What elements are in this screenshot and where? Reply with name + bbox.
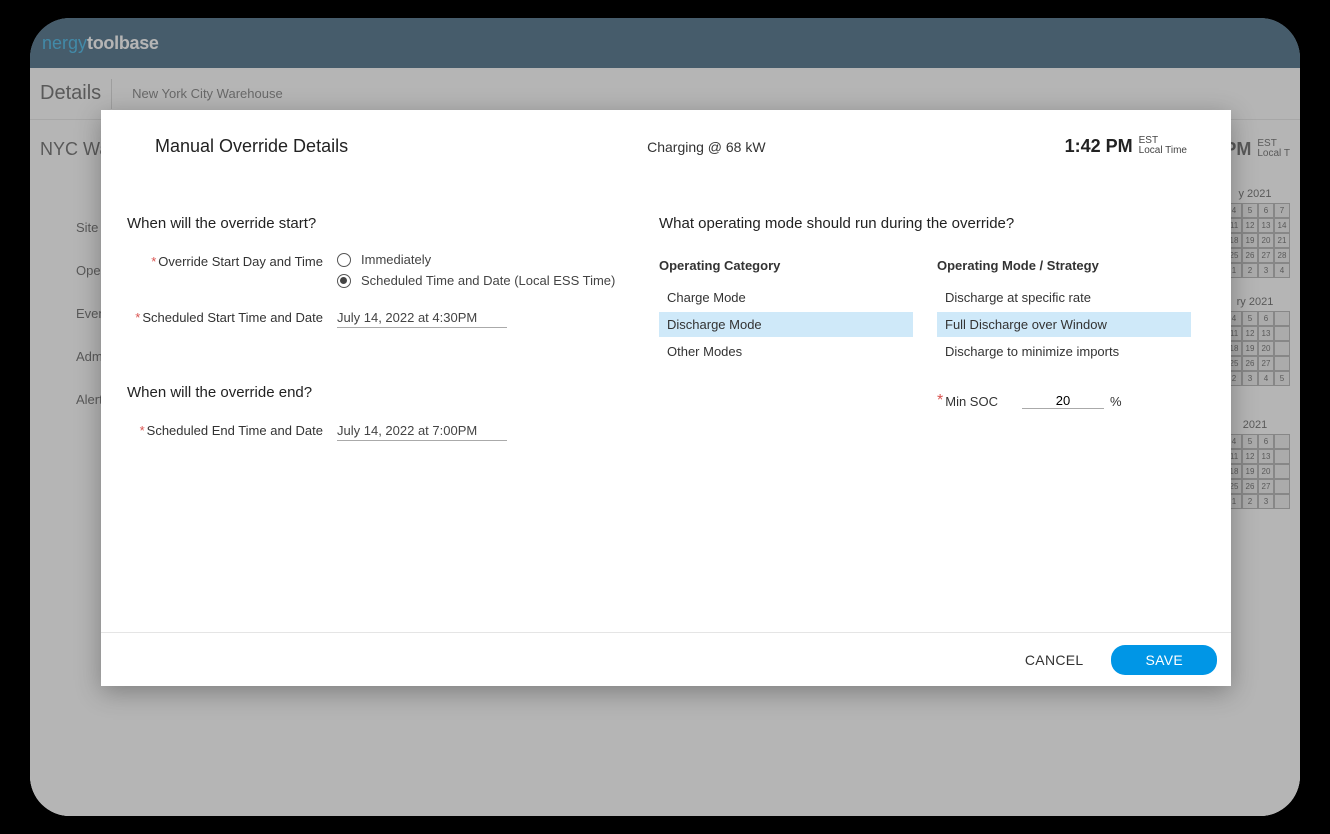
required-asterisk: * <box>937 392 943 410</box>
modal-clock-tz-sub: Local Time <box>1139 146 1187 156</box>
mode-item[interactable]: Discharge at specific rate <box>937 285 1191 310</box>
mode-header: Operating Mode / Strategy <box>937 258 1191 273</box>
min-soc-label: Min SOC <box>945 394 998 409</box>
modal-status: Charging @ 68 kW <box>348 139 1065 155</box>
category-item[interactable]: Other Modes <box>659 339 913 364</box>
radio-icon <box>337 253 351 267</box>
override-start-label: *Override Start Day and Time <box>127 252 337 269</box>
min-soc-input[interactable] <box>1022 393 1104 409</box>
override-modal: Manual Override Details Charging @ 68 kW… <box>101 110 1231 686</box>
override-start-row: *Override Start Day and Time Immediately… <box>127 252 659 294</box>
radio-immediately[interactable]: Immediately <box>337 252 659 267</box>
modal-left-column: When will the override start? *Override … <box>127 215 659 632</box>
category-item[interactable]: Charge Mode <box>659 285 913 310</box>
modal-clock-time: 1:42 PM <box>1065 136 1133 157</box>
override-start-control: Immediately Scheduled Time and Date (Loc… <box>337 252 659 294</box>
scheduled-start-row: *Scheduled Start Time and Date <box>127 308 659 328</box>
scheduled-start-label: *Scheduled Start Time and Date <box>127 308 337 325</box>
cancel-button[interactable]: CANCEL <box>1025 652 1084 668</box>
scheduled-end-row: *Scheduled End Time and Date <box>127 421 659 441</box>
mode-item[interactable]: Full Discharge over Window <box>937 312 1191 337</box>
operating-title: What operating mode should run during th… <box>659 215 1191 232</box>
save-button[interactable]: SAVE <box>1111 645 1217 675</box>
mode-item[interactable]: Discharge to minimize imports <box>937 339 1191 364</box>
category-header: Operating Category <box>659 258 913 273</box>
end-section-title: When will the override end? <box>127 384 659 401</box>
scheduled-end-input[interactable] <box>337 421 507 441</box>
scheduled-start-input[interactable] <box>337 308 507 328</box>
required-asterisk: * <box>135 310 140 325</box>
modal-header: Manual Override Details Charging @ 68 kW… <box>101 110 1231 175</box>
min-soc-unit: % <box>1110 394 1122 409</box>
modal-body: When will the override start? *Override … <box>101 175 1231 632</box>
mode-column: Operating Mode / Strategy Discharge at s… <box>937 258 1191 410</box>
modal-footer: CANCEL SAVE <box>101 632 1231 686</box>
operating-columns: Operating Category Charge ModeDischarge … <box>659 258 1191 410</box>
start-section-title: When will the override start? <box>127 215 659 232</box>
min-soc-row: * Min SOC % <box>937 392 1191 410</box>
category-column: Operating Category Charge ModeDischarge … <box>659 258 913 410</box>
category-item[interactable]: Discharge Mode <box>659 312 913 337</box>
required-asterisk: * <box>151 254 156 269</box>
radio-icon <box>337 274 351 288</box>
radio-scheduled[interactable]: Scheduled Time and Date (Local ESS Time) <box>337 273 659 288</box>
modal-right-column: What operating mode should run during th… <box>659 215 1191 632</box>
required-asterisk: * <box>140 423 145 438</box>
scheduled-end-label: *Scheduled End Time and Date <box>127 421 337 438</box>
modal-time: 1:42 PM EST Local Time <box>1065 136 1187 157</box>
modal-title: Manual Override Details <box>155 136 348 157</box>
